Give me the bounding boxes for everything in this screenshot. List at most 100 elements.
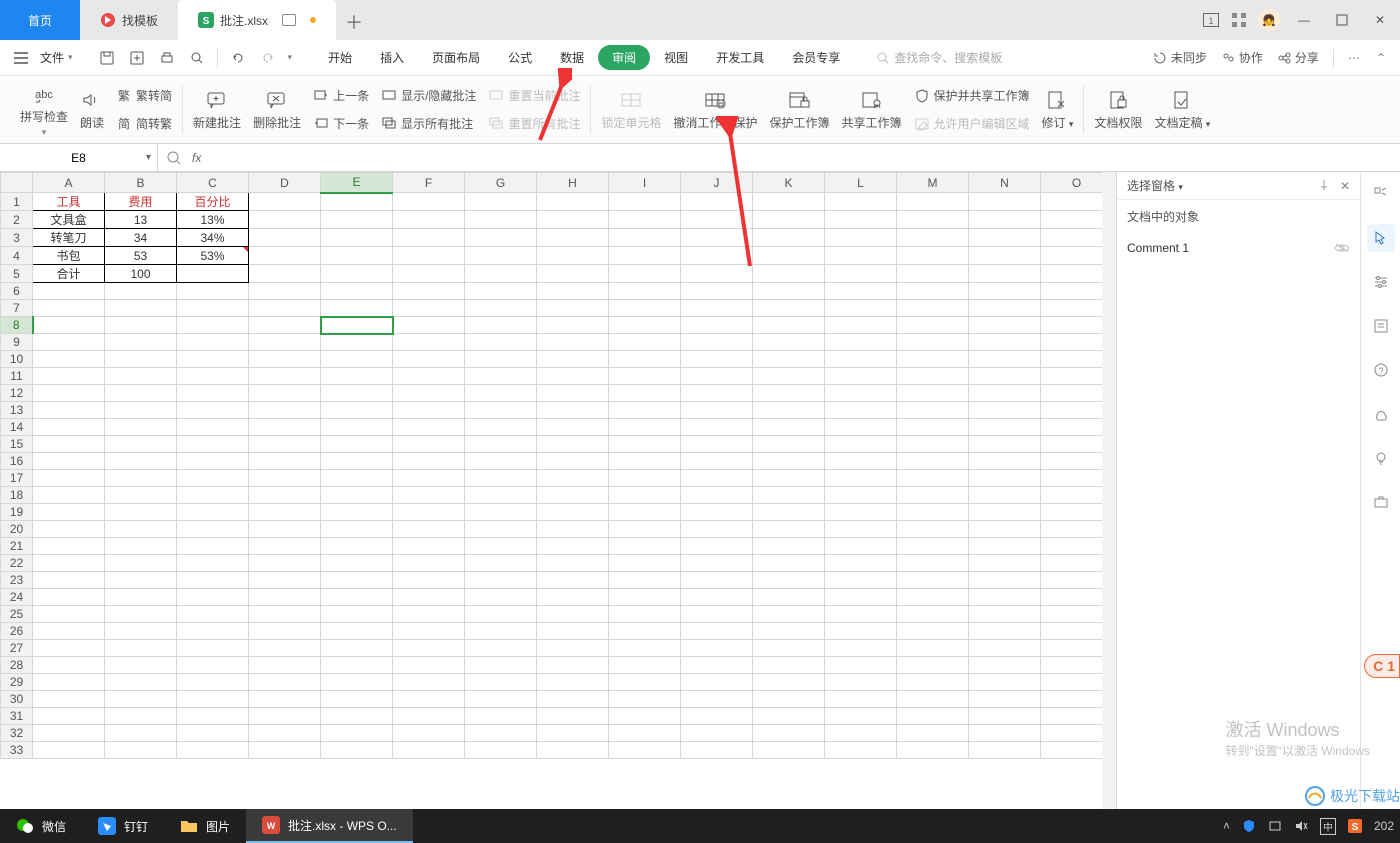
cell[interactable] [465, 674, 537, 691]
menu-tab-pagelayout[interactable]: 页面布局 [418, 43, 494, 72]
cell[interactable] [105, 589, 177, 606]
cell[interactable] [897, 436, 969, 453]
cell[interactable] [177, 283, 249, 300]
cell[interactable] [753, 334, 825, 351]
floating-badge[interactable]: C 1 [1364, 654, 1400, 678]
cell[interactable] [393, 265, 465, 283]
cell[interactable] [969, 623, 1041, 640]
cell[interactable] [537, 211, 609, 229]
cell[interactable] [249, 317, 321, 334]
cell[interactable] [681, 572, 753, 589]
row-header[interactable]: 3 [1, 229, 33, 247]
cell[interactable] [681, 674, 753, 691]
cell[interactable] [681, 538, 753, 555]
cell[interactable] [105, 640, 177, 657]
more-menu-icon[interactable]: ⋯ [1348, 51, 1362, 65]
cell[interactable] [537, 725, 609, 742]
formula-input[interactable] [211, 150, 1392, 165]
cell[interactable] [825, 725, 897, 742]
cell[interactable] [609, 247, 681, 265]
cell[interactable] [825, 385, 897, 402]
cell[interactable] [537, 487, 609, 504]
cell[interactable] [969, 247, 1041, 265]
cell[interactable] [249, 708, 321, 725]
cell[interactable] [609, 265, 681, 283]
cell[interactable] [249, 504, 321, 521]
cell[interactable] [465, 193, 537, 211]
tray-ime-icon[interactable]: 中 [1320, 818, 1336, 835]
cell[interactable] [969, 453, 1041, 470]
cell[interactable] [465, 606, 537, 623]
cell[interactable] [897, 725, 969, 742]
cell[interactable] [537, 521, 609, 538]
cell[interactable] [465, 470, 537, 487]
cell[interactable] [249, 453, 321, 470]
task-pictures[interactable]: 图片 [164, 809, 246, 843]
cell[interactable] [969, 436, 1041, 453]
cell[interactable] [105, 402, 177, 419]
cell[interactable] [33, 725, 105, 742]
cell[interactable] [897, 368, 969, 385]
cell[interactable] [897, 470, 969, 487]
cell[interactable] [969, 317, 1041, 334]
cell[interactable] [681, 606, 753, 623]
cell[interactable] [249, 265, 321, 283]
menu-tab-view[interactable]: 视图 [650, 43, 702, 72]
cell[interactable] [537, 589, 609, 606]
cell[interactable] [609, 674, 681, 691]
cell[interactable] [33, 521, 105, 538]
cell[interactable] [105, 334, 177, 351]
name-box[interactable]: ▾ [0, 144, 158, 171]
cell[interactable] [33, 657, 105, 674]
cell[interactable] [753, 368, 825, 385]
namebox-dropdown-icon[interactable]: ▾ [146, 152, 151, 163]
cell[interactable] [897, 334, 969, 351]
cell[interactable] [177, 538, 249, 555]
cell[interactable] [681, 487, 753, 504]
task-wps[interactable]: W 批注.xlsx - WPS O... [246, 809, 413, 843]
cell[interactable] [897, 657, 969, 674]
cell[interactable] [249, 657, 321, 674]
spellcheck-button[interactable]: abc 拼写检查▾ [14, 80, 74, 140]
row-header[interactable]: 25 [1, 606, 33, 623]
cell[interactable] [249, 555, 321, 572]
cell[interactable] [537, 283, 609, 300]
cell[interactable] [33, 589, 105, 606]
menu-tab-member[interactable]: 会员专享 [778, 43, 854, 72]
cell[interactable] [393, 470, 465, 487]
cell[interactable] [33, 368, 105, 385]
cell[interactable] [393, 487, 465, 504]
cell[interactable] [393, 419, 465, 436]
cell[interactable] [969, 674, 1041, 691]
cell[interactable] [969, 368, 1041, 385]
cell[interactable] [681, 229, 753, 247]
cell[interactable] [249, 368, 321, 385]
cell[interactable] [825, 247, 897, 265]
cell[interactable] [465, 589, 537, 606]
cell[interactable] [465, 725, 537, 742]
cell[interactable] [177, 504, 249, 521]
cell[interactable] [969, 265, 1041, 283]
cell[interactable] [465, 402, 537, 419]
cell[interactable] [33, 538, 105, 555]
row-header[interactable]: 2 [1, 211, 33, 229]
cell[interactable] [105, 300, 177, 317]
cell[interactable] [825, 589, 897, 606]
cell[interactable] [753, 674, 825, 691]
cell[interactable] [609, 229, 681, 247]
cell[interactable] [465, 300, 537, 317]
cell[interactable] [177, 555, 249, 572]
cell[interactable] [609, 589, 681, 606]
pin-icon[interactable] [1318, 179, 1330, 193]
row-header[interactable]: 24 [1, 589, 33, 606]
qat-preview-icon[interactable] [187, 48, 207, 68]
row-header[interactable]: 29 [1, 674, 33, 691]
cell[interactable] [825, 555, 897, 572]
cell[interactable]: 书包 [33, 247, 105, 265]
cell[interactable] [897, 691, 969, 708]
share-button[interactable]: 分享 [1277, 49, 1319, 66]
cell[interactable] [825, 317, 897, 334]
cell[interactable] [465, 211, 537, 229]
row-header[interactable]: 20 [1, 521, 33, 538]
cell[interactable] [177, 589, 249, 606]
